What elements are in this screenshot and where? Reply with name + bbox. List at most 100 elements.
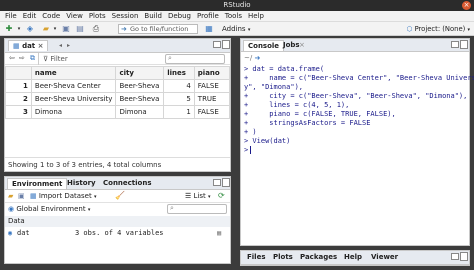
new-file-icon[interactable]: ✚ <box>3 24 15 34</box>
tab-plots[interactable]: Plots <box>269 252 297 263</box>
global-env-label: Global Environment <box>16 205 86 213</box>
save-workspace-icon[interactable]: ▣ <box>18 192 25 200</box>
workspace-panes-icon[interactable]: ▦ <box>203 24 215 34</box>
console-pane: Console Jobs × ~/ ➜ > dat = data.frame( … <box>240 38 474 246</box>
console-line: > dat = data.frame( <box>244 65 325 73</box>
tab-files[interactable]: Files <box>243 252 270 263</box>
pane-maximize-button[interactable] <box>460 40 468 49</box>
pane-minimize-button[interactable] <box>213 41 221 48</box>
data-viewer-tabstrip: ▦ dat × ◂ ▸ <box>5 39 230 53</box>
tab-help[interactable]: Help <box>340 252 366 263</box>
cell-city: Dimona <box>115 105 165 119</box>
search-icon: ⌕ <box>168 54 172 62</box>
pane-maximize-button[interactable] <box>222 178 230 187</box>
import-label: Import Dataset <box>38 192 92 200</box>
tab-environment[interactable]: Environment <box>7 178 68 189</box>
menu-view[interactable]: View <box>63 12 86 20</box>
menu-build[interactable]: Build <box>141 12 165 20</box>
project-icon: ⬡ <box>406 25 413 33</box>
refresh-icon[interactable]: ⟳ <box>218 191 225 200</box>
menu-edit[interactable]: Edit <box>20 12 40 20</box>
import-dataset-button[interactable]: ▦ Import Dataset ▾ <box>30 192 96 200</box>
tab-nav-left-icon[interactable]: ◂ <box>59 42 62 49</box>
menu-debug[interactable]: Debug <box>165 12 194 20</box>
pane-minimize-button[interactable] <box>213 179 221 186</box>
files-pane: Files Plots Packages Help Viewer <box>240 250 470 266</box>
menu-profile[interactable]: Profile <box>194 12 222 20</box>
save-all-icon[interactable]: ▤ <box>74 24 86 34</box>
window-title: RStudio <box>223 1 251 9</box>
tab-packages[interactable]: Packages <box>296 252 341 263</box>
pane-minimize-button[interactable] <box>451 253 459 260</box>
table-row[interactable]: 1 Beer-Sheva Center Beer-Sheva 4 FALSE <box>5 79 231 93</box>
jobs-close-icon[interactable]: × <box>299 41 305 49</box>
clear-workspace-icon[interactable]: 🧹 <box>115 191 125 200</box>
search-icon: ⌕ <box>170 204 174 212</box>
menu-plots[interactable]: Plots <box>86 12 109 20</box>
addins-button[interactable]: Addins ▾ <box>222 24 250 35</box>
tab-viewer[interactable]: Viewer <box>367 252 402 263</box>
goto-dir-icon[interactable]: ➜ <box>254 54 260 62</box>
cell-lines: 5 <box>163 92 195 106</box>
menu-code[interactable]: Code <box>39 12 63 20</box>
env-row-dat[interactable]: ◉ dat 3 obs. of 4 variables ▦ <box>5 228 230 239</box>
save-icon[interactable]: ▣ <box>60 24 72 34</box>
new-file-dropdown-icon[interactable]: ▾ <box>16 24 22 34</box>
list-icon: ☰ <box>185 192 192 200</box>
print-icon[interactable]: ⎙ <box>90 24 102 34</box>
expand-icon[interactable]: ◉ <box>8 228 12 239</box>
filter-icon: ⊽ <box>43 55 49 63</box>
text-cursor <box>250 146 252 154</box>
data-viewer-pane: ▦ dat × ◂ ▸ ⇦ ⇨ ⧉ ⊽ Filter ⌕ name city l… <box>4 38 231 172</box>
menu-bar: File Edit Code View Plots Session Build … <box>0 11 474 22</box>
column-header-name[interactable]: name <box>30 66 117 80</box>
menu-help[interactable]: Help <box>245 12 267 20</box>
table-row[interactable]: 2 Beer-Sheva University Beer-Sheva 5 TRU… <box>5 92 231 106</box>
tab-nav-right-icon[interactable]: ▸ <box>67 42 70 49</box>
files-tabstrip: Files Plots Packages Help Viewer <box>241 251 469 265</box>
window-title-bar: RStudio <box>0 0 474 11</box>
pane-minimize-button[interactable] <box>451 41 459 48</box>
tab-close-icon[interactable]: × <box>38 42 44 50</box>
tab-history[interactable]: History <box>63 178 100 189</box>
open-recent-dropdown-icon[interactable]: ▾ <box>52 24 58 34</box>
console-output[interactable]: > dat = data.frame( + name = c("Beer-She… <box>241 65 474 245</box>
pane-maximize-button[interactable] <box>460 252 468 261</box>
filter-button[interactable]: ⊽ Filter <box>43 55 68 63</box>
row-index: 3 <box>5 105 32 119</box>
pane-maximize-button[interactable] <box>222 40 230 49</box>
cell-name: Beer-Sheva Center <box>30 79 117 93</box>
menu-session[interactable]: Session <box>109 12 142 20</box>
global-env-dropdown[interactable]: ◉ Global Environment ▾ <box>8 205 90 213</box>
column-header-lines[interactable]: lines <box>163 66 195 80</box>
console-prompt[interactable]: > <box>244 146 466 155</box>
environment-search-input[interactable]: ⌕ <box>167 204 227 214</box>
table-row[interactable]: 3 Dimona Dimona 1 FALSE <box>5 105 231 119</box>
open-file-icon[interactable]: ▰ <box>40 24 52 34</box>
import-icon: ▦ <box>30 192 37 200</box>
new-project-icon[interactable]: ◈ <box>24 24 36 34</box>
tab-dat-label: dat <box>22 42 36 50</box>
load-workspace-icon[interactable]: ▰ <box>8 192 13 200</box>
viewer-status: Showing 1 to 3 of 3 entries, 4 total col… <box>5 157 230 171</box>
tab-console[interactable]: Console <box>243 40 285 51</box>
tab-connections[interactable]: Connections <box>99 178 156 189</box>
menu-tools[interactable]: Tools <box>222 12 245 20</box>
list-view-button[interactable]: ☰ List ▾ <box>185 192 211 200</box>
window-close-button[interactable]: × <box>462 1 471 10</box>
column-header-city[interactable]: city <box>115 66 165 80</box>
global-env-dropdown-icon: ▾ <box>87 207 91 213</box>
row-index: 2 <box>5 92 32 106</box>
back-arrow-icon[interactable]: ⇦ <box>9 54 15 62</box>
viewer-search-input[interactable]: ⌕ <box>165 54 225 64</box>
forward-arrow-icon[interactable]: ⇨ <box>19 54 25 62</box>
project-menu-button[interactable]: ⬡ Project: (None) ▾ <box>406 24 470 35</box>
popout-icon[interactable]: ⧉ <box>30 54 35 63</box>
view-table-icon[interactable]: ▦ <box>217 228 221 239</box>
goto-arrow-icon: ➜ <box>121 25 127 33</box>
goto-file-input[interactable]: ➜ Go to file/function <box>118 24 198 34</box>
console-line: + ) <box>244 128 257 136</box>
tab-dat[interactable]: ▦ dat × <box>8 40 49 51</box>
column-header-piano[interactable]: piano <box>193 66 231 80</box>
menu-file[interactable]: File <box>2 12 20 20</box>
